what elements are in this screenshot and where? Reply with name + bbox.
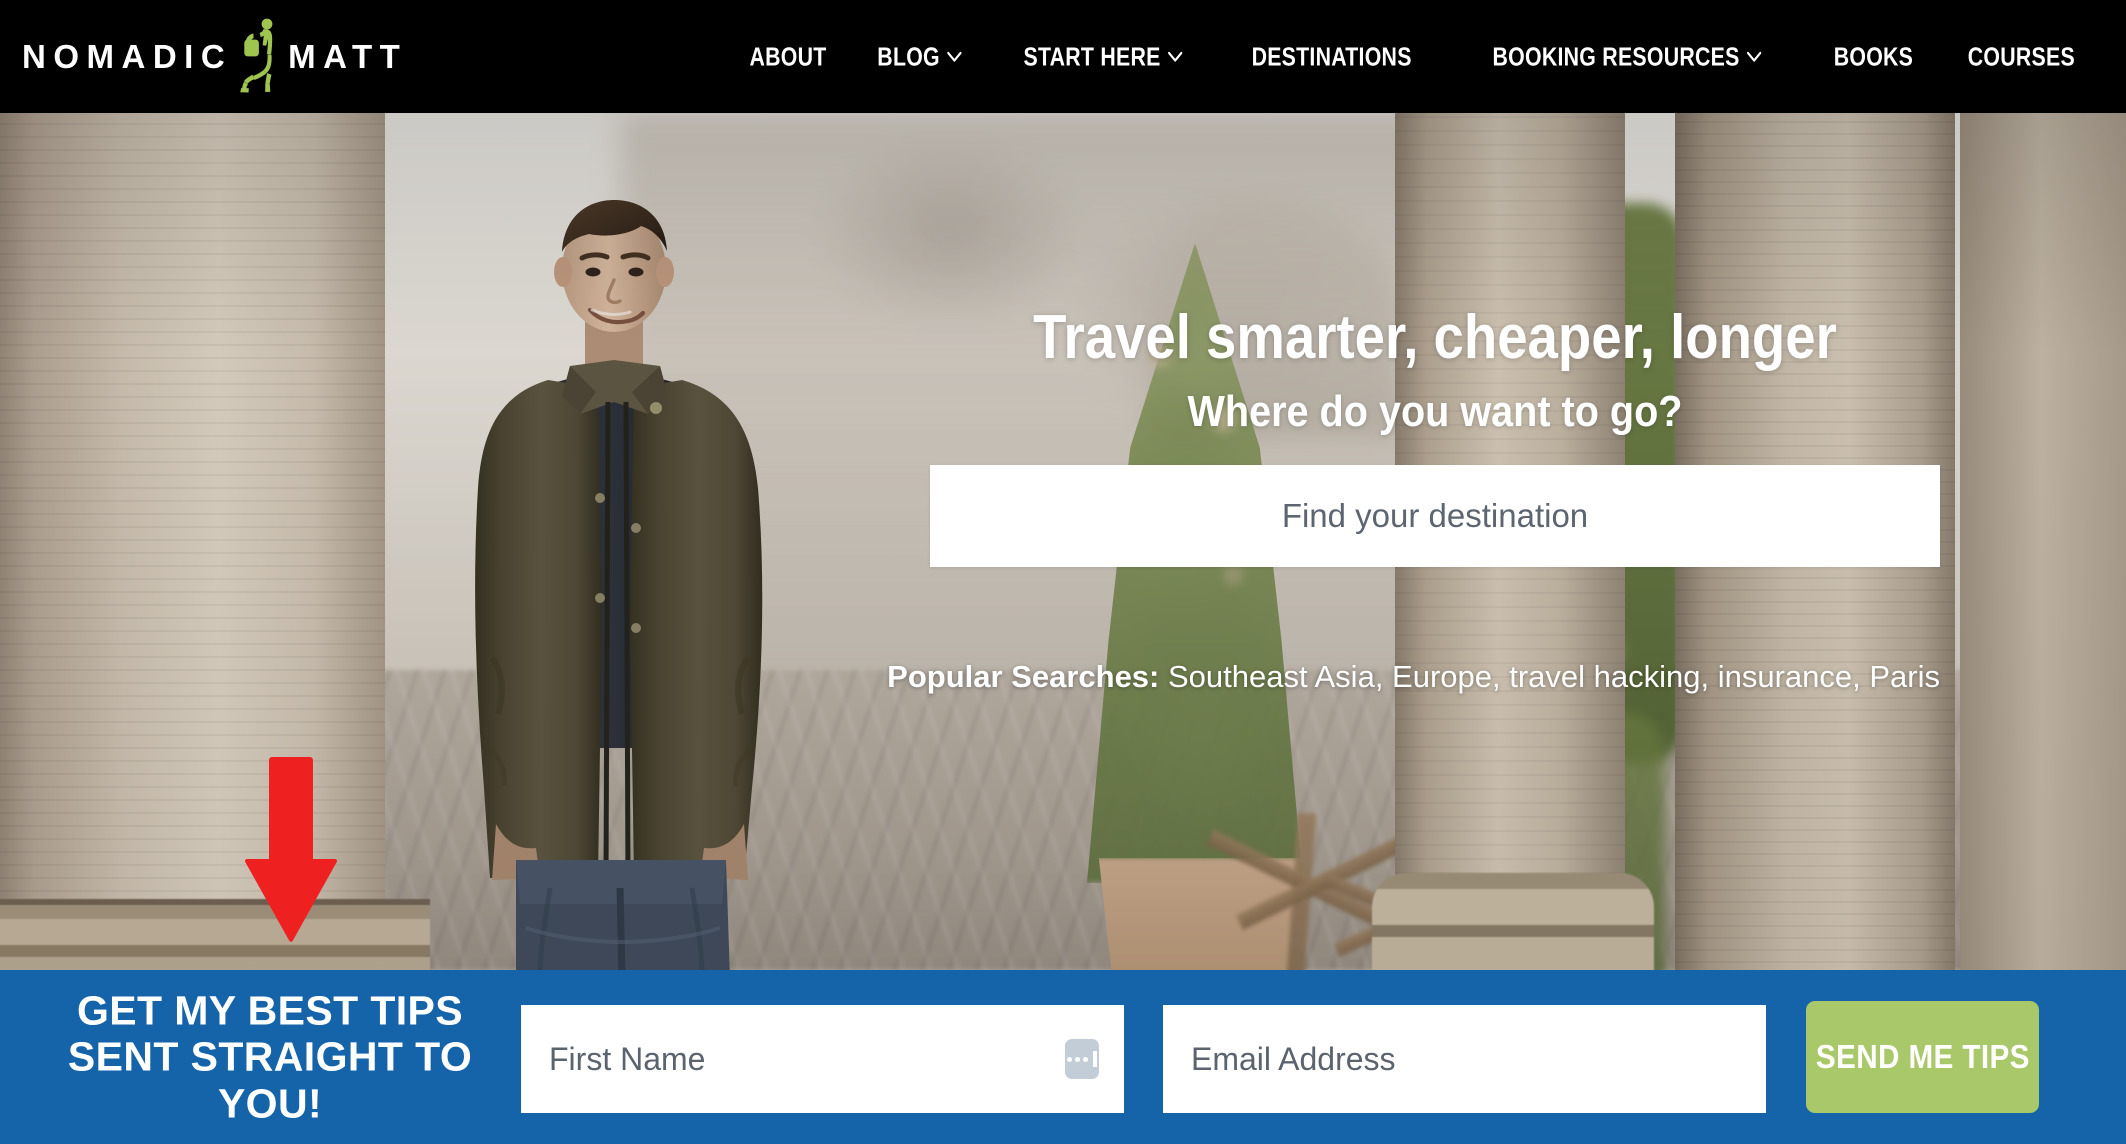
- nav-item-blog[interactable]: BLOG: [864, 31, 977, 82]
- popular-searches-label: Popular Searches:: [887, 659, 1160, 694]
- first-name-input[interactable]: [521, 1005, 1124, 1113]
- hero-person-photo: [430, 188, 850, 970]
- main-navigation: ABOUT BLOG START HERE DESTINATIONS BOOKI…: [724, 31, 2104, 82]
- hero-content: Travel smarter, cheaper, longer Where do…: [887, 113, 1940, 970]
- nav-item-destinations[interactable]: DESTINATIONS: [1238, 31, 1426, 82]
- email-field-wrapper: [1163, 1005, 1766, 1113]
- send-me-tips-label: SEND ME TIPS: [1815, 1038, 2030, 1075]
- popular-searches: Popular Searches: Southeast Asia, Europe…: [790, 658, 1940, 695]
- chevron-down-icon: [947, 51, 963, 62]
- nav-label: BLOG: [877, 41, 941, 71]
- destination-search-input[interactable]: [930, 465, 1940, 567]
- site-header: NOMADIC MATT ABOUT BLOG START HERE DESTI…: [0, 0, 2126, 113]
- nav-label: START HERE: [1023, 41, 1161, 71]
- chevron-down-icon: [1747, 51, 1762, 62]
- autofill-cursor: [1093, 1051, 1097, 1067]
- nav-item-books[interactable]: BOOKS: [1820, 31, 1927, 82]
- backpacker-silhouette-icon: [236, 17, 282, 97]
- first-name-field-wrapper: [521, 1005, 1124, 1113]
- down-arrow-annotation-icon: [243, 757, 339, 943]
- popular-searches-items[interactable]: Southeast Asia, Europe, travel hacking, …: [1168, 659, 1940, 694]
- password-manager-icon[interactable]: [1065, 1039, 1099, 1079]
- logo-text-matt: MATT: [288, 38, 408, 75]
- logo-text-nomadic: NOMADIC: [22, 38, 233, 75]
- send-me-tips-button[interactable]: SEND ME TIPS: [1806, 1001, 2039, 1113]
- background-column-far-right: [1960, 113, 2126, 970]
- email-input[interactable]: [1163, 1005, 1766, 1113]
- autofill-dot: [1067, 1056, 1072, 1062]
- hero-headline: Travel smarter, cheaper, longer: [1033, 303, 1837, 372]
- nav-label: ABOUT: [748, 41, 826, 71]
- chevron-down-icon: [1168, 51, 1183, 62]
- page-root: NOMADIC MATT ABOUT BLOG START HERE DESTI…: [0, 0, 2126, 1144]
- hero-subheadline: Where do you want to go?: [1187, 387, 1683, 436]
- nav-label: BOOKING RESOURCES: [1492, 41, 1740, 71]
- autofill-dot: [1075, 1056, 1080, 1062]
- background-column-left-base: [0, 899, 430, 970]
- nav-item-courses[interactable]: COURSES: [1954, 31, 2089, 82]
- nav-item-start-here[interactable]: START HERE: [1009, 31, 1196, 82]
- nav-label: COURSES: [1968, 41, 2076, 71]
- newsletter-heading: GET MY BEST TIPS SENT STRAIGHT TO YOU!: [67, 987, 473, 1127]
- nav-item-about[interactable]: ABOUT: [735, 31, 840, 82]
- nav-label: BOOKS: [1834, 41, 1914, 71]
- nav-label: DESTINATIONS: [1251, 41, 1412, 71]
- nav-item-booking-resources[interactable]: BOOKING RESOURCES: [1479, 31, 1776, 82]
- site-logo[interactable]: NOMADIC MATT: [22, 17, 407, 97]
- autofill-dot: [1083, 1056, 1088, 1062]
